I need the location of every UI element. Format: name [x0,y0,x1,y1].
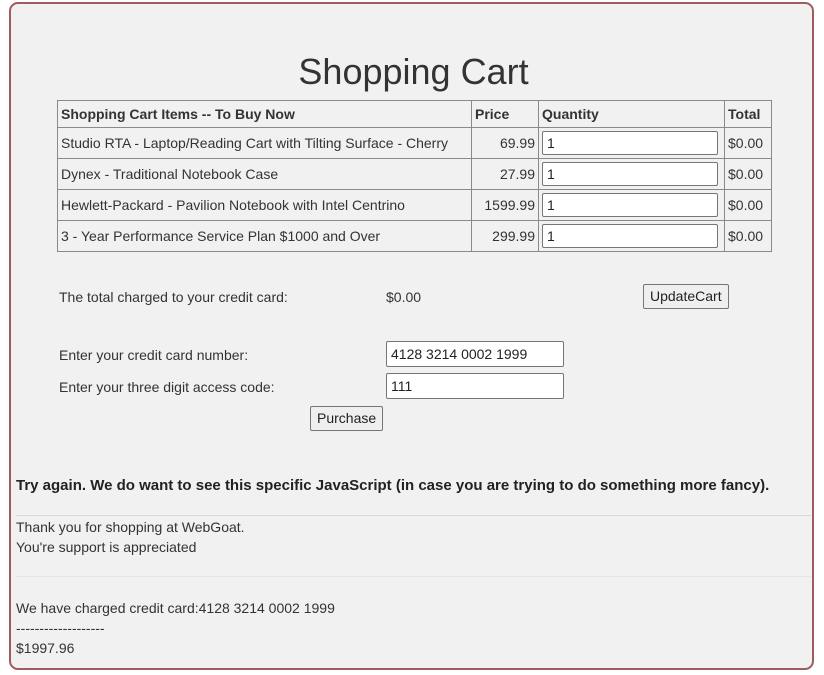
purchase-button[interactable]: Purchase [310,406,384,431]
access-code-input[interactable] [386,373,564,399]
item-total: $0.00 [724,220,772,252]
cart-table: Shopping Cart Items -- To Buy Now Price … [57,100,772,252]
table-row: 3 - Year Performance Service Plan $1000 … [57,220,772,252]
header-price: Price [471,100,539,128]
page-title: Shopping Cart [298,51,529,92]
header-items: Shopping Cart Items -- To Buy Now [57,100,472,128]
item-price: 27.99 [471,158,539,190]
item-price: 299.99 [471,220,539,252]
table-header-row: Shopping Cart Items -- To Buy Now Price … [57,100,772,128]
table-row: Studio RTA - Laptop/Reading Cart with Ti… [57,127,772,159]
feedback-message: Try again. We do want to see this specif… [16,477,770,494]
quantity-cell [538,127,725,159]
quantity-input[interactable] [542,193,718,217]
total-charged-label: The total charged to your credit card: [59,289,288,305]
separator-line: ------------------- [16,620,105,636]
item-price: 1599.99 [471,189,539,221]
item-total: $0.00 [724,158,772,190]
quantity-input[interactable] [542,162,718,186]
message-divider [16,576,811,577]
table-row: Dynex - Traditional Notebook Case 27.99 … [57,158,772,190]
quantity-cell [538,158,725,190]
header-total: Total [724,100,772,128]
lesson-panel: Shopping Cart Shopping Cart Items -- To … [9,2,814,670]
access-code-label: Enter your three digit access code: [59,379,275,395]
quantity-input[interactable] [542,224,718,248]
quantity-cell [538,220,725,252]
charged-amount: $1997.96 [16,640,75,656]
quantity-cell [538,189,725,221]
thanks-message: Thank you for shopping at WebGoat. [16,519,245,535]
update-cart-button[interactable]: UpdateCart [643,284,729,309]
card-number-label: Enter your credit card number: [59,347,249,363]
item-total: $0.00 [724,189,772,221]
item-total: $0.00 [724,127,772,159]
total-charged-value: $0.00 [386,289,422,305]
quantity-input[interactable] [542,131,718,155]
item-name: 3 - Year Performance Service Plan $1000 … [57,220,472,252]
card-number-input[interactable] [386,341,564,367]
item-name: Studio RTA - Laptop/Reading Cart with Ti… [57,127,472,159]
table-row: Hewlett-Packard - Pavilion Notebook with… [57,189,772,221]
support-message: You're support is appreciated [16,539,197,555]
item-name: Dynex - Traditional Notebook Case [57,158,472,190]
message-divider [16,515,811,516]
item-name: Hewlett-Packard - Pavilion Notebook with… [57,189,472,221]
item-price: 69.99 [471,127,539,159]
header-quantity: Quantity [538,100,725,128]
charged-card-message: We have charged credit card:4128 3214 00… [16,600,335,616]
